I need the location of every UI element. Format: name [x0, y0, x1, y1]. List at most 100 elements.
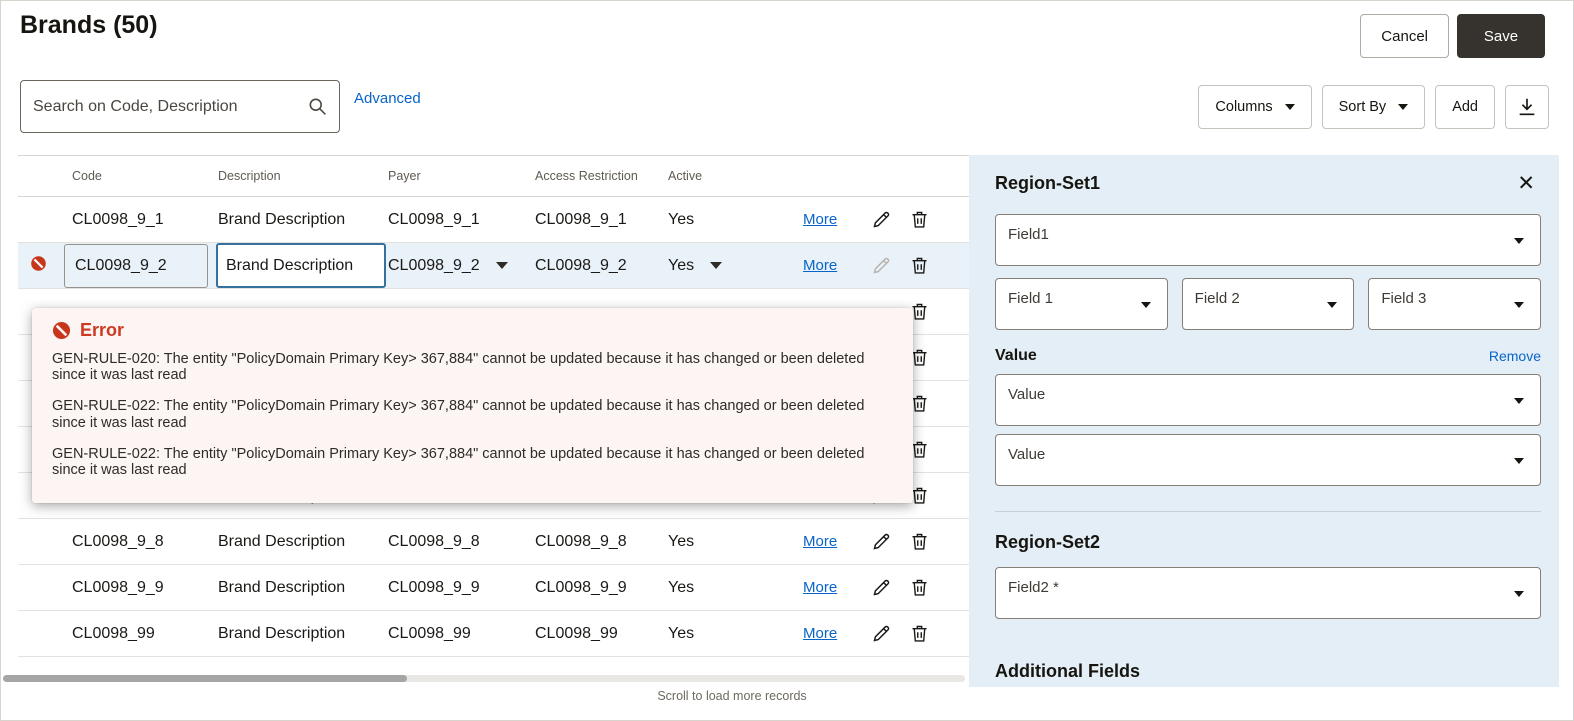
search-box [20, 80, 340, 133]
search-input[interactable] [21, 97, 295, 116]
value-heading: Value [995, 347, 1037, 364]
field-3-select[interactable]: Field 3 [1368, 278, 1542, 330]
search-icon[interactable] [295, 96, 339, 117]
column-header-description: Description [218, 169, 281, 183]
error-message-list: GEN-RULE-020: The entity "PolicyDomain P… [52, 351, 893, 478]
remove-link[interactable]: Remove [1489, 348, 1541, 364]
chevron-down-icon [1140, 302, 1151, 308]
region-details-panel: Region-Set1 ✕ Field1 Field 1 Field 2 Fie… [969, 155, 1559, 687]
table-row: CL0098_9_1 Brand Description CL0098_9_1 … [18, 197, 969, 243]
table-row: CL0098_99 Brand Description CL0098_99 CL… [18, 611, 969, 657]
save-button[interactable]: Save [1457, 14, 1545, 58]
close-icon[interactable]: ✕ [1511, 171, 1541, 196]
more-link[interactable]: More [803, 625, 837, 642]
field-2-select[interactable]: Field 2 [1181, 278, 1355, 330]
table-row: CL0098_9_2 Brand Description CL0098_9_2 … [18, 243, 969, 289]
error-popup: Error GEN-RULE-020: The entity "PolicyDo… [32, 308, 913, 504]
row-payer: CL0098_99 [388, 624, 471, 642]
row-access-restriction: CL0098_99 [535, 624, 618, 642]
row-payer: CL0098_9_8 [388, 532, 480, 550]
download-button[interactable] [1505, 85, 1549, 129]
error-popup-title: Error [80, 320, 125, 340]
delete-icon[interactable] [907, 207, 932, 232]
more-link[interactable]: More [803, 533, 837, 550]
sort-by-dropdown[interactable]: Sort By [1321, 85, 1426, 129]
header-actions: Cancel Save [1360, 14, 1545, 58]
edit-icon[interactable] [869, 253, 894, 278]
row-code: CL0098_9_2 [64, 243, 208, 288]
edit-icon[interactable] [869, 575, 894, 600]
chevron-down-icon [1514, 302, 1525, 308]
edit-icon[interactable] [869, 207, 894, 232]
row-error-icon [30, 255, 47, 272]
table-row: CL0098_9_8 Brand Description CL0098_9_8 … [18, 519, 969, 565]
delete-icon[interactable] [907, 529, 932, 554]
chevron-down-icon [1284, 104, 1295, 110]
chevron-down-icon [1514, 458, 1524, 464]
row-code: CL0098_99 [72, 624, 155, 642]
more-link[interactable]: More [803, 579, 837, 596]
panel-divider [995, 511, 1541, 512]
row-active: Yes [668, 210, 695, 228]
field1-select[interactable]: Field1 [995, 214, 1541, 266]
error-message: GEN-RULE-022: The entity "PolicyDomain P… [52, 445, 865, 479]
edit-icon[interactable] [869, 621, 894, 646]
payer-dropdown-icon[interactable] [495, 261, 508, 269]
row-access-restriction: CL0098_9_2 [535, 256, 627, 274]
chevron-down-icon [1398, 104, 1409, 110]
table-header-row: Code Description Payer Access Restrictio… [18, 156, 969, 197]
description-input[interactable] [216, 243, 386, 288]
error-message: GEN-RULE-020: The entity "PolicyDomain P… [52, 351, 865, 384]
cancel-button[interactable]: Cancel [1360, 14, 1449, 58]
row-description: Brand Description [218, 532, 346, 550]
download-icon [1519, 98, 1535, 116]
row-payer: CL0098_9_2 [388, 256, 480, 274]
chevron-down-icon [1514, 591, 1524, 597]
brands-page: Brands (50) Cancel Save Advanced Columns… [0, 0, 1574, 721]
error-icon [52, 321, 71, 340]
advanced-search-link[interactable]: Advanced [354, 90, 421, 107]
page-title: Brands (50) [20, 11, 158, 39]
row-code: CL0098_9_8 [72, 532, 164, 550]
row-payer: CL0098_9_9 [388, 578, 480, 596]
row-active: Yes [668, 532, 695, 550]
horizontal-scrollbar[interactable] [3, 675, 965, 682]
row-access-restriction: CL0098_9_8 [535, 532, 627, 550]
row-active: Yes [668, 624, 695, 642]
additional-fields-heading: Additional Fields [995, 661, 1141, 681]
edit-icon[interactable] [869, 529, 894, 554]
row-code: CL0098_9_9 [72, 578, 164, 596]
chevron-down-icon [1327, 302, 1338, 308]
value-select-1[interactable]: Value [995, 374, 1541, 426]
row-payer: CL0098_9_1 [388, 210, 480, 228]
column-header-access-restriction: Access Restriction [535, 169, 638, 183]
value-select-2[interactable]: Value [995, 434, 1541, 486]
row-access-restriction: CL0098_9_1 [535, 210, 627, 228]
row-active: Yes [668, 256, 695, 274]
active-dropdown-icon[interactable] [710, 261, 723, 269]
region-set1-title: Region-Set1 [995, 173, 1101, 193]
column-header-code: Code [72, 169, 102, 183]
delete-icon[interactable] [907, 253, 932, 278]
delete-icon[interactable] [907, 621, 932, 646]
table-row: CL0098_9_9 Brand Description CL0098_9_9 … [18, 565, 969, 611]
more-link[interactable]: More [803, 211, 837, 228]
chevron-down-icon [1514, 238, 1524, 244]
add-button[interactable]: Add [1435, 85, 1495, 129]
row-access-restriction: CL0098_9_9 [535, 578, 627, 596]
columns-dropdown[interactable]: Columns [1198, 85, 1312, 129]
row-description: Brand Description [218, 624, 346, 642]
row-code: CL0098_9_1 [72, 210, 164, 228]
field2-select[interactable]: Field2 * [995, 567, 1541, 619]
chevron-down-icon [1514, 398, 1524, 404]
more-link[interactable]: More [803, 257, 837, 274]
scrollbar-thumb[interactable] [3, 675, 407, 682]
error-message: GEN-RULE-022: The entity "PolicyDomain P… [52, 398, 865, 431]
region-set2-title: Region-Set2 [995, 532, 1101, 552]
row-description: Brand Description [218, 210, 346, 228]
field-1-select[interactable]: Field 1 [995, 278, 1168, 330]
delete-icon[interactable] [907, 575, 932, 600]
column-header-payer: Payer [388, 169, 421, 183]
scroll-hint-text: Scroll to load more records [657, 689, 807, 703]
row-description: Brand Description [218, 578, 346, 596]
